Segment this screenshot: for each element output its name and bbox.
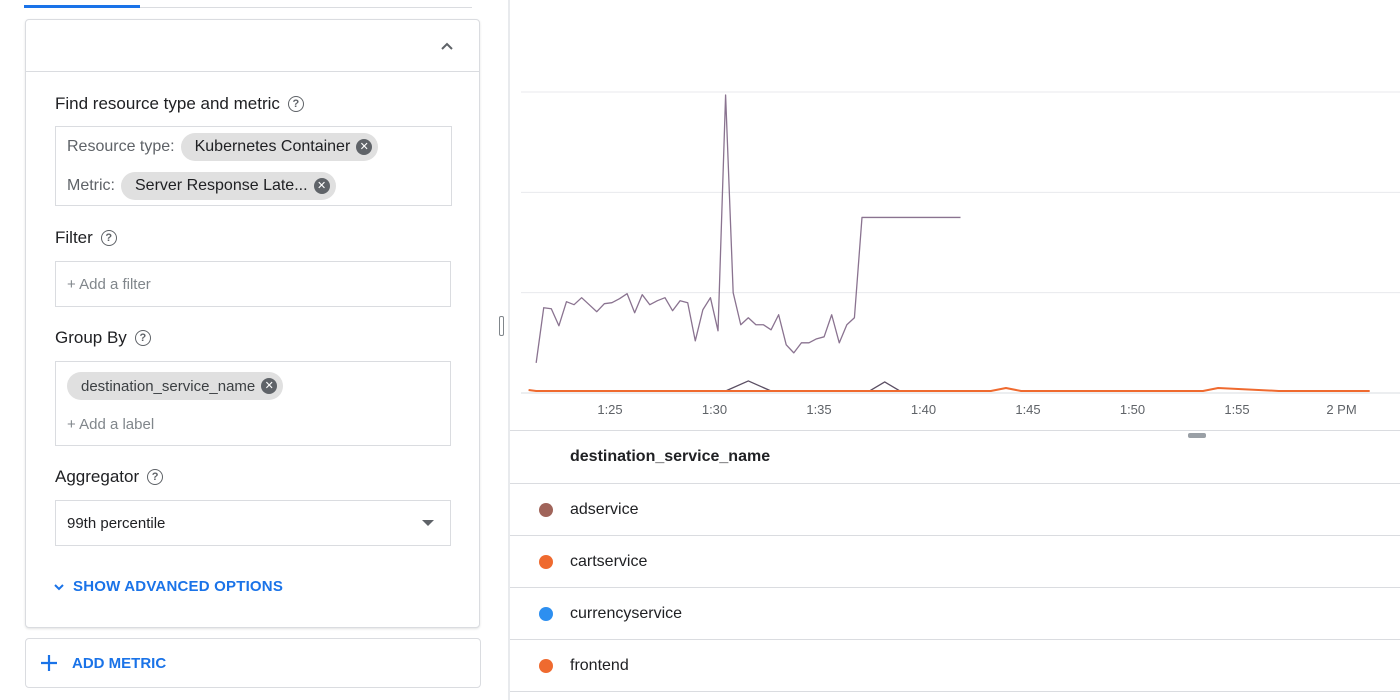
x-tick-label: 1:55	[1224, 402, 1249, 417]
card-header	[26, 20, 479, 72]
series-line[interactable]	[528, 386, 1370, 392]
series-line[interactable]	[725, 380, 901, 392]
remove-group-by-icon[interactable]: ✕	[261, 378, 278, 394]
aggregator-label: Aggregator ?	[55, 467, 164, 487]
series-color-dot	[539, 502, 553, 517]
legend-row[interactable]: cartservice	[510, 536, 1400, 588]
x-tick-label: 1:35	[806, 402, 831, 417]
resource-type-label: Resource type:	[67, 138, 175, 155]
plus-icon	[41, 655, 57, 671]
legend-series-name: currencyservice	[570, 604, 683, 622]
metric-value: Server Response Late...	[135, 177, 308, 194]
series-line[interactable]	[535, 94, 961, 363]
legend-series-name: frontend	[570, 656, 629, 674]
x-tick-label: 1:30	[702, 402, 727, 417]
remove-metric-icon[interactable]: ✕	[313, 178, 330, 194]
series-color-dot	[539, 606, 553, 621]
resource-type-chip[interactable]: Kubernetes Container ✕	[180, 133, 379, 161]
advanced-options-label: SHOW ADVANCED OPTIONS	[73, 578, 284, 595]
dropdown-arrow-icon	[422, 520, 434, 526]
help-icon[interactable]: ?	[134, 330, 151, 346]
x-tick-label: 1:40	[911, 402, 936, 417]
group-by-chip[interactable]: destination_service_name ✕	[67, 372, 284, 400]
legend-row[interactable]: frontend	[510, 640, 1400, 692]
x-tick-label: 1:50	[1120, 402, 1145, 417]
x-tick-label: 2 PM	[1326, 402, 1356, 417]
group-by-placeholder: + Add a label	[67, 416, 155, 433]
add-metric-label: ADD METRIC	[72, 654, 167, 672]
chevron-down-icon	[54, 583, 64, 590]
group-by-chip-label: destination_service_name	[81, 377, 256, 395]
filter-input[interactable]: + Add a filter	[55, 261, 451, 307]
metric-query-card: Find resource type and metric ? Resource…	[25, 19, 480, 628]
legend-table: destination_service_name adservice cartse…	[510, 430, 1400, 700]
x-tick-label: 1:45	[1015, 402, 1040, 417]
legend-header: destination_service_name	[510, 431, 1400, 484]
legend-row[interactable]: adservice	[510, 484, 1400, 536]
aggregator-value: 99th percentile	[67, 514, 166, 532]
collapse-button[interactable]	[435, 34, 459, 58]
filter-label: Filter ?	[55, 228, 117, 248]
add-metric-button[interactable]: ADD METRIC	[25, 638, 481, 688]
x-tick-label: 1:25	[597, 402, 622, 417]
line-chart: 1:25 1:30 1:35 1:40 1:45 1:50 1:55 2 PM	[521, 91, 1400, 417]
filter-placeholder: + Add a filter	[67, 276, 151, 293]
find-resource-label: Find resource type and metric ?	[55, 94, 304, 114]
aggregator-text: Aggregator	[55, 467, 140, 486]
chart-area: 1:25 1:30 1:35 1:40 1:45 1:50 1:55 2 PM	[510, 0, 1400, 430]
group-by-text: Group By	[55, 328, 127, 347]
help-icon[interactable]: ?	[147, 469, 164, 485]
aggregator-select[interactable]: 99th percentile	[55, 500, 451, 546]
active-tab-indicator[interactable]	[24, 5, 140, 8]
help-icon[interactable]: ?	[287, 96, 304, 112]
show-advanced-options-button[interactable]: SHOW ADVANCED OPTIONS	[53, 578, 283, 595]
legend-row[interactable]: currencyservice	[510, 588, 1400, 640]
group-by-input[interactable]: destination_service_name ✕ + Add a label	[55, 361, 451, 446]
chevron-up-icon	[441, 42, 453, 50]
find-resource-text: Find resource type and metric	[55, 94, 280, 113]
series-color-dot	[539, 658, 553, 673]
filter-text: Filter	[55, 228, 93, 247]
help-icon[interactable]: ?	[100, 230, 117, 246]
series-color-dot	[539, 554, 553, 569]
resource-type-value: Kubernetes Container	[194, 138, 351, 155]
remove-resource-type-icon[interactable]: ✕	[356, 139, 373, 155]
resize-handle[interactable]	[499, 316, 504, 336]
query-panel: Find resource type and metric ? Resource…	[0, 0, 508, 700]
resource-metric-selector[interactable]: Resource type: Kubernetes Container ✕ Me…	[55, 126, 452, 206]
legend-header-label[interactable]: destination_service_name	[570, 448, 770, 466]
resource-type-row: Resource type: Kubernetes Container ✕	[67, 133, 379, 161]
legend-series-name: adservice	[570, 500, 639, 518]
metric-chip[interactable]: Server Response Late... ✕	[121, 172, 336, 200]
legend-series-name: cartservice	[570, 552, 648, 570]
metric-label: Metric:	[67, 177, 115, 194]
metric-row: Metric: Server Response Late... ✕	[67, 172, 336, 200]
group-by-chip-row: destination_service_name ✕	[67, 372, 284, 400]
group-by-label: Group By ?	[55, 328, 151, 348]
